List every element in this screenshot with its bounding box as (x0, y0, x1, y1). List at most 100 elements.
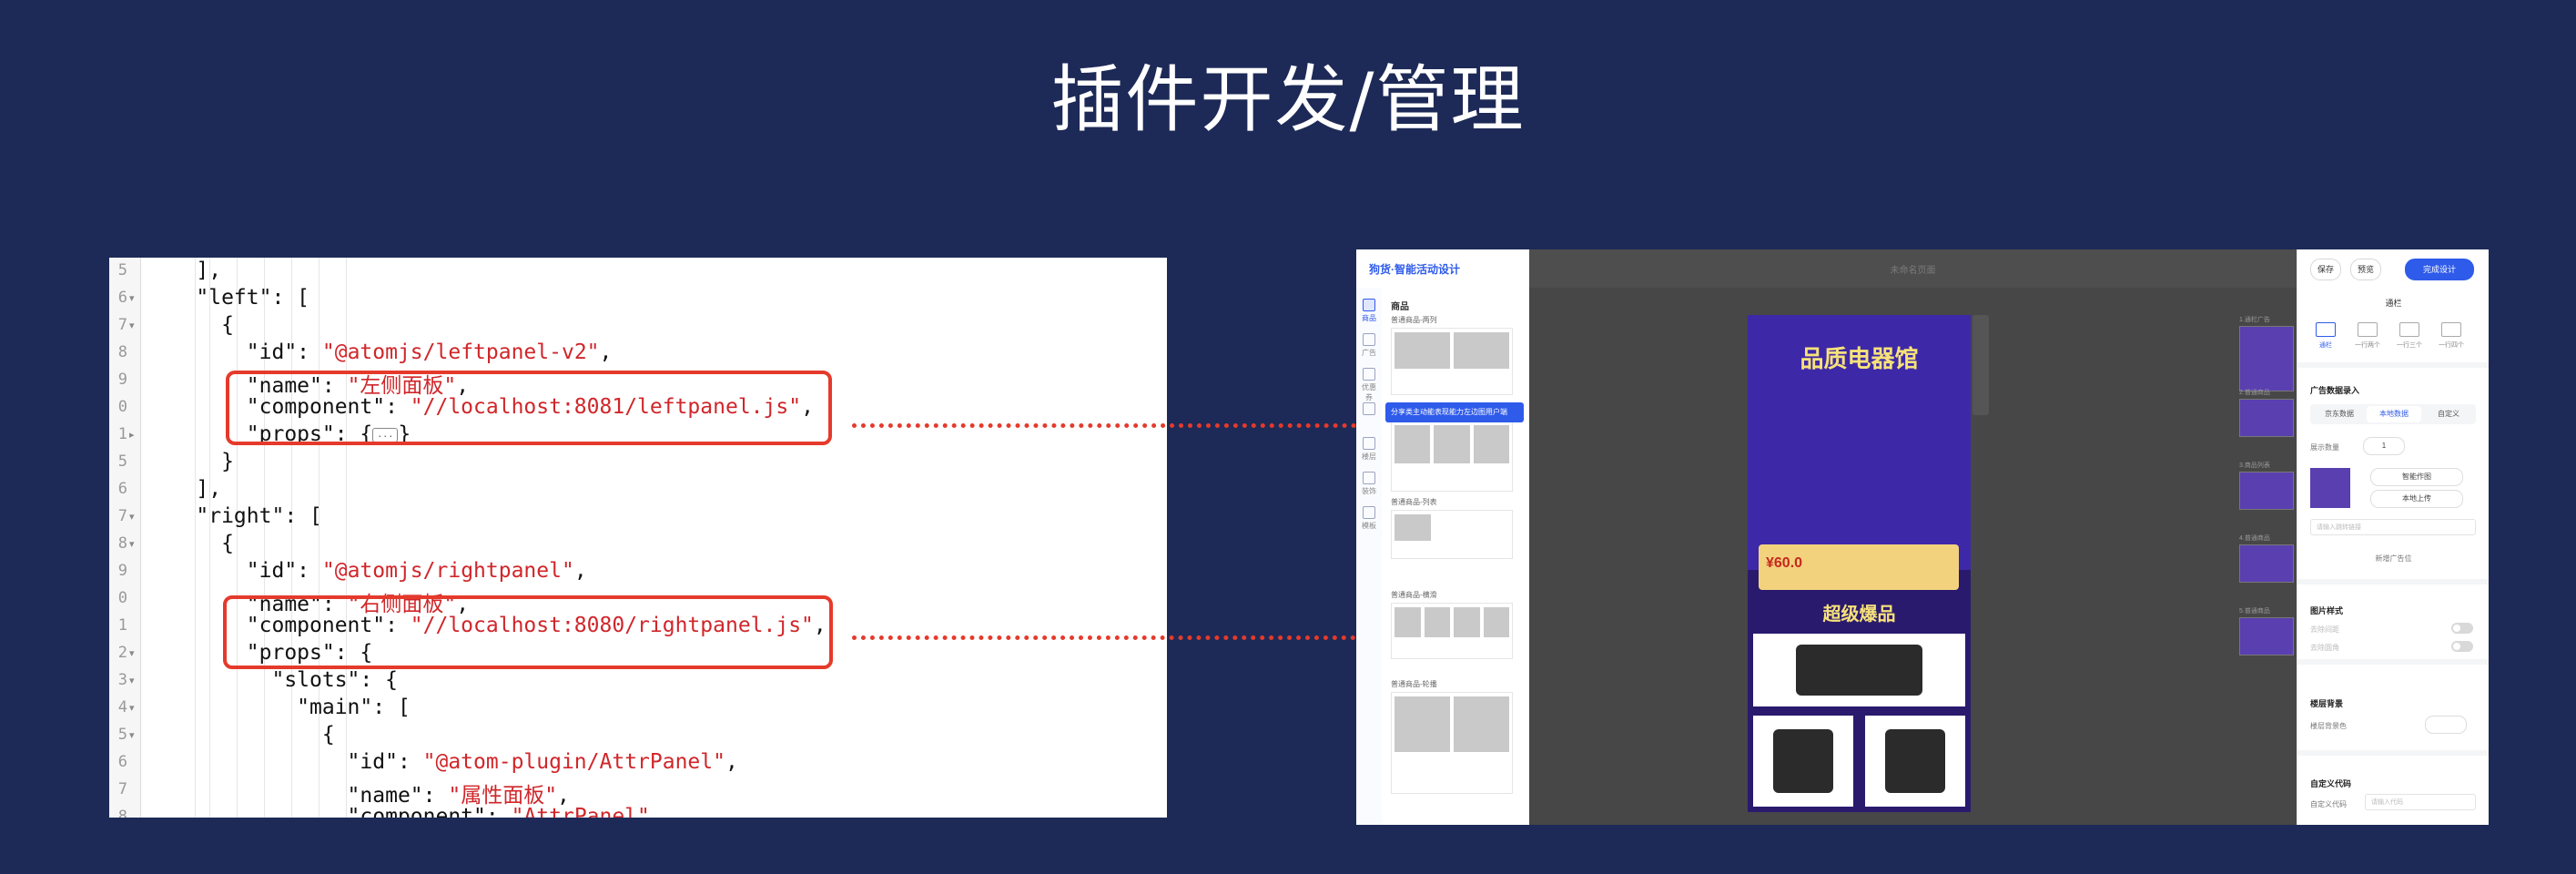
add-ad-button[interactable]: 新增广告位 (2297, 554, 2489, 564)
rail-label: 广告 (1362, 349, 1376, 357)
string-token: "@atomjs/leftpanel-v2" (321, 340, 600, 364)
component-card[interactable] (1391, 510, 1513, 559)
count-stepper[interactable]: 1 (2363, 437, 2405, 455)
code-line[interactable]: ], (146, 477, 221, 504)
line-number: 0 (117, 589, 127, 607)
done-button[interactable]: 完成设计 (2405, 259, 2474, 280)
layout-option[interactable]: 一行四个 (2434, 322, 2469, 350)
banner[interactable]: 品质电器馆 (1748, 315, 1971, 570)
style-toggle-2[interactable] (2451, 641, 2473, 652)
code-editor[interactable]: 5 6 ▾ 7 ▾ 8 9 0 1 ▸ 5 6 7 ▾ 8 ▾ 9 0 1 2 ▾ 3 ▾ 4 ▾ 5 ▾ 6 7 8 ], "left"… (109, 258, 1167, 818)
fold-toggle-icon[interactable]: ▸ (129, 429, 135, 441)
product-card[interactable] (1865, 716, 1965, 807)
layout-option[interactable]: 一行三个 (2392, 322, 2427, 350)
layer-thumbnail[interactable] (2239, 472, 2294, 510)
fold-toggle-icon[interactable]: ▾ (129, 647, 135, 659)
rail-label: 楼层 (1362, 452, 1376, 461)
source-option[interactable]: 京东数据 (2312, 404, 2367, 424)
phone-preview[interactable]: 品质电器馆 ¥60.0 超级爆品 (1748, 315, 1971, 812)
line-number: 5 (117, 452, 127, 471)
fold-toggle-icon[interactable]: ▾ (129, 320, 135, 331)
line-number: 8 (117, 343, 127, 361)
fold-toggle-icon[interactable]: ▾ (129, 511, 135, 523)
component-card[interactable] (1391, 421, 1513, 492)
rail-item[interactable] (1360, 402, 1378, 417)
fold-toggle-icon[interactable]: ▾ (129, 729, 135, 741)
code-line[interactable]: } (146, 450, 234, 477)
rail-item[interactable]: 楼层 (1360, 437, 1378, 462)
component-preview (1454, 696, 1509, 752)
layer-thumbnail[interactable] (2239, 399, 2294, 437)
code-line[interactable]: "main": [ (146, 696, 411, 723)
code-line[interactable]: "id": "@atomjs/leftpanel-v2", (146, 340, 613, 368)
code-line[interactable]: { (146, 532, 234, 559)
code-line[interactable]: "id": "@atom-plugin/AttrPanel", (146, 750, 738, 777)
source-option[interactable]: 本地数据 (2367, 406, 2421, 422)
line-number: 6 (117, 480, 127, 498)
component-group-label: 普通商品-列表 (1391, 498, 1437, 506)
local-upload-button[interactable]: 本地上传 (2370, 490, 2463, 508)
preview-button[interactable]: 预览 (2350, 259, 2381, 280)
component-preview (1394, 332, 1450, 369)
rail-item[interactable]: 商品 (1360, 299, 1378, 323)
bg-color-picker[interactable] (2425, 716, 2467, 734)
canvas-toolbar: 未命名页面 (1529, 249, 2297, 288)
fold-toggle-icon[interactable]: ▾ (129, 702, 135, 714)
rail-item[interactable]: 装饰 (1360, 472, 1378, 496)
code-line[interactable]: "slots": { (146, 668, 397, 696)
floating-toolbar[interactable] (1973, 315, 1989, 415)
rail-item[interactable]: 模板 (1360, 506, 1378, 531)
rail-item[interactable]: 优惠券 (1360, 368, 1378, 402)
style-toggle-1[interactable] (2451, 623, 2473, 634)
rail-label: 商品 (1362, 314, 1376, 322)
code-token: } (146, 450, 234, 473)
rail-label: 优惠券 (1362, 383, 1376, 401)
code-token: , (573, 559, 587, 583)
panel-title: 通栏 (2385, 299, 2402, 308)
code-token: { (146, 532, 234, 555)
code-line[interactable]: "id": "@atomjs/rightpanel", (146, 559, 587, 586)
code-line[interactable]: "right": [ (146, 504, 322, 532)
coupon[interactable]: ¥60.0 (1759, 544, 1959, 590)
layer-thumbnail[interactable] (2239, 544, 2294, 583)
fold-toggle-icon[interactable]: ▾ (129, 538, 135, 550)
layout-option[interactable]: 一行两个 (2350, 322, 2385, 350)
layer-thumbnail[interactable] (2239, 326, 2294, 391)
code-area[interactable]: ], "left": [ { "id": "@atomjs/leftpanel-… (146, 258, 1167, 818)
rail-icon (1363, 506, 1375, 519)
source-option[interactable]: 自定义 (2421, 404, 2476, 424)
css-input[interactable]: 请输入代码 (2365, 794, 2476, 810)
code-line[interactable]: ], (146, 259, 221, 286)
product-card[interactable] (1753, 716, 1853, 807)
source-switch[interactable]: 京东数据 本地数据 自定义 (2310, 404, 2476, 424)
layout-option[interactable]: 通栏 (2308, 322, 2343, 350)
rail-item[interactable]: 广告 (1360, 333, 1378, 358)
rail-icon (1363, 437, 1375, 450)
code-line[interactable]: { (146, 723, 335, 750)
slide-title: 插件开发/管理 (1050, 57, 1526, 142)
component-panel: 商品 普通商品-两列普通商品-三列普通商品-列表普通商品-横滑普通商品-轮播 (1382, 288, 1529, 825)
line-number: 9 (117, 562, 127, 580)
fold-toggle-icon[interactable]: ▾ (129, 292, 135, 304)
code-line[interactable]: "component": "AttrPanel" (146, 805, 650, 818)
component-card[interactable] (1391, 328, 1513, 395)
code-line[interactable]: "name": "属性面板", (146, 777, 570, 808)
code-token: "right": [ (146, 504, 322, 528)
thumbnail-label: 4.普通商品 (2239, 535, 2270, 542)
code-line[interactable]: { (146, 313, 234, 340)
layer-thumbnail[interactable] (2239, 617, 2294, 656)
rail-icon (1363, 368, 1375, 381)
link-input[interactable]: 请输入跳转链接 (2310, 519, 2476, 535)
code-token: , (725, 750, 738, 774)
code-line[interactable]: "left": [ (146, 286, 309, 313)
css-label: 自定义代码 (2310, 800, 2347, 808)
component-card[interactable] (1391, 603, 1513, 659)
component-card[interactable] (1391, 692, 1513, 794)
component-preview (1483, 607, 1509, 637)
save-button[interactable]: 保存 (2310, 259, 2341, 280)
fold-toggle-icon[interactable]: ▾ (129, 675, 135, 686)
product-card[interactable] (1753, 634, 1965, 706)
ad-image-thumb[interactable] (2310, 468, 2350, 508)
thumbnail-label: 5.普通商品 (2239, 608, 2270, 615)
smart-design-button[interactable]: 智能作图 (2370, 468, 2463, 486)
